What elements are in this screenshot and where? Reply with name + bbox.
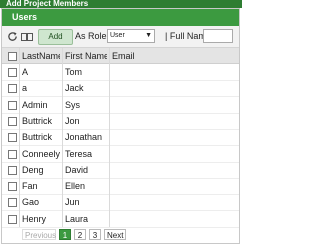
table-row[interactable]: Buttrick Jon xyxy=(2,113,239,130)
row-checkbox[interactable] xyxy=(8,198,17,208)
cell-email xyxy=(112,194,232,210)
users-table: LastName First Name Email A Tom a Jack Admin… xyxy=(2,48,239,228)
cell-lastname: Conneely xyxy=(22,148,60,159)
refresh-icon[interactable] xyxy=(7,31,18,42)
table-row[interactable]: Buttrick Jonathan xyxy=(2,129,239,147)
column-divider xyxy=(19,48,20,227)
panel-title: Users xyxy=(2,9,239,26)
cell-firstname: Laura xyxy=(65,213,89,224)
table-row[interactable]: Deng David xyxy=(2,162,239,179)
table-row[interactable]: A Tom xyxy=(2,64,239,81)
cell-lastname: Admin xyxy=(22,99,48,110)
cell-lastname: a xyxy=(22,83,28,94)
cell-lastname: Buttrick xyxy=(22,132,53,143)
cell-lastname: Deng xyxy=(22,164,44,175)
column-divider xyxy=(62,48,63,227)
table-header: LastName First Name Email xyxy=(2,48,239,64)
cell-lastname: A xyxy=(22,67,29,77)
cell-email xyxy=(112,113,232,129)
column-header-lastname[interactable]: LastName xyxy=(22,48,60,64)
role-select-value: User xyxy=(110,32,125,39)
column-divider xyxy=(109,48,110,227)
pagination: Previous 1 2 3 Next xyxy=(2,227,239,243)
previous-page-button[interactable]: Previous xyxy=(22,229,56,240)
window-title: Add Project Members xyxy=(0,0,242,8)
column-header-email[interactable]: Email xyxy=(112,48,232,64)
fullname-input[interactable] xyxy=(203,29,233,43)
cell-firstname: Jack xyxy=(65,83,84,94)
cell-firstname: Teresa xyxy=(65,148,93,159)
table-row[interactable]: Admin Sys xyxy=(2,97,239,114)
cell-lastname: Buttrick xyxy=(22,115,53,126)
page-3-button[interactable]: 3 xyxy=(89,229,101,240)
role-label: As Role: xyxy=(75,31,110,41)
table-row[interactable]: Gao Jun xyxy=(2,194,239,212)
cell-firstname: Sys xyxy=(65,99,81,110)
cell-firstname: David xyxy=(65,164,89,175)
next-page-button[interactable]: Next xyxy=(104,229,126,240)
row-checkbox[interactable] xyxy=(8,68,17,77)
cell-firstname: Tom xyxy=(65,67,83,77)
row-checkbox[interactable] xyxy=(8,84,17,94)
cell-lastname: Gao xyxy=(22,197,40,208)
select-all-checkbox[interactable] xyxy=(8,52,17,61)
row-checkbox[interactable] xyxy=(8,133,17,143)
cell-email xyxy=(112,178,232,194)
cell-email xyxy=(112,80,232,96)
role-select[interactable]: User ▼ xyxy=(107,29,155,43)
cell-email xyxy=(112,162,232,178)
cell-email xyxy=(112,146,232,162)
row-checkbox[interactable] xyxy=(8,182,17,192)
cell-lastname: Henry xyxy=(22,213,47,224)
columns-icon[interactable] xyxy=(21,33,33,41)
row-checkbox[interactable] xyxy=(8,214,17,224)
table-row[interactable]: Fan Ellen xyxy=(2,178,239,196)
page-1-button[interactable]: 1 xyxy=(59,229,71,240)
row-checkbox[interactable] xyxy=(8,149,17,159)
toolbar: Add As Role: User ▼ | Full Name: xyxy=(2,26,239,48)
cell-email xyxy=(112,97,232,113)
table-row[interactable]: Conneely Teresa xyxy=(2,146,239,163)
cell-lastname: Fan xyxy=(22,181,38,192)
column-header-firstname[interactable]: First Name xyxy=(65,48,107,64)
row-checkbox[interactable] xyxy=(8,116,17,126)
cell-email xyxy=(112,64,232,80)
cell-firstname: Jun xyxy=(65,197,80,208)
chevron-down-icon: ▼ xyxy=(145,32,152,39)
page-2-button[interactable]: 2 xyxy=(74,229,86,240)
add-button[interactable]: Add xyxy=(38,29,73,45)
row-checkbox[interactable] xyxy=(8,100,17,110)
cell-email xyxy=(112,211,232,227)
cell-firstname: Jon xyxy=(65,115,80,126)
cell-firstname: Jonathan xyxy=(65,132,103,143)
cell-email xyxy=(112,129,232,145)
cell-firstname: Ellen xyxy=(65,181,86,192)
table-row[interactable]: Henry Laura xyxy=(2,211,239,228)
users-panel: Users Add As Role: User ▼ | Full Name: L… xyxy=(1,8,240,244)
table-row[interactable]: a Jack xyxy=(2,80,239,98)
row-checkbox[interactable] xyxy=(8,165,17,175)
